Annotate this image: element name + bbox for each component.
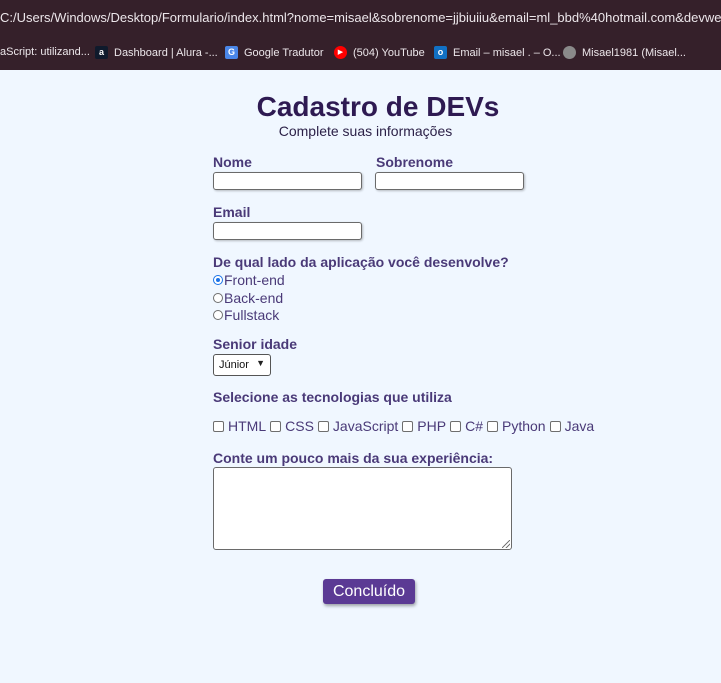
github-icon	[563, 46, 576, 59]
bookmarks-bar: aScript: utilizand... a Dashboard | Alur…	[0, 36, 721, 70]
checkbox-php[interactable]	[402, 420, 414, 432]
radio-button[interactable]	[213, 310, 223, 320]
side-question-label: De qual lado da aplicação você desenvolv…	[213, 254, 509, 270]
checkbox-label: Python	[501, 418, 546, 434]
bookmark-youtube[interactable]: ▶ (504) YouTube	[334, 46, 425, 59]
email-input[interactable]	[213, 222, 362, 240]
google-translate-icon: G	[225, 46, 238, 59]
seniority-selected-value: Júnior	[219, 359, 249, 371]
bookmark-alura-dashboard[interactable]: a Dashboard | Alura -...	[95, 46, 218, 59]
seniority-label: Senior idade	[213, 336, 298, 352]
checkbox-label: Java	[564, 418, 595, 434]
nome-label: Nome	[213, 154, 252, 170]
sobrenome-label: Sobrenome	[376, 154, 454, 170]
submit-button[interactable]: Concluído	[323, 579, 415, 604]
bookmark-label: aScript: utilizand...	[0, 46, 90, 58]
radio-label: Fullstack	[224, 307, 280, 323]
checkbox-python[interactable]	[486, 420, 498, 432]
experience-textarea[interactable]	[213, 467, 512, 550]
radio-label: Front-end	[224, 272, 285, 288]
bookmark-label: Email – misael . – O...	[453, 46, 561, 59]
checkbox-css[interactable]	[270, 420, 282, 432]
checkbox-label: HTML	[228, 418, 267, 434]
bookmark-label: Dashboard | Alura -...	[114, 46, 218, 59]
seniority-select[interactable]: Júnior ▼	[213, 354, 271, 376]
tech-label: Selecione as tecnologias que utiliza	[213, 389, 452, 405]
bookmark-label: (504) YouTube	[353, 46, 425, 59]
checkbox-javascript[interactable]	[317, 420, 329, 432]
page-subtitle: Complete suas informações	[278, 123, 453, 139]
radio-front-end[interactable]: Front-end	[213, 272, 285, 288]
radio-button[interactable]	[213, 293, 223, 303]
radio-back-end[interactable]: Back-end	[213, 290, 283, 306]
sobrenome-input[interactable]	[375, 172, 524, 190]
checkbox-label: C#	[465, 418, 483, 434]
bookmark-label: Misael1981 (Misael...	[582, 46, 686, 59]
alura-icon: a	[95, 46, 108, 59]
radio-fullstack[interactable]: Fullstack	[213, 307, 279, 323]
bookmark-google-tradutor[interactable]: G Google Tradutor	[225, 46, 324, 59]
radio-button[interactable]	[213, 275, 223, 285]
checkbox-label: PHP	[417, 418, 447, 434]
checkbox-label: JavaScript	[332, 418, 399, 434]
experience-label: Conte um pouco mais da sua experiência:	[213, 450, 494, 466]
checkbox-html[interactable]	[213, 420, 224, 432]
resize-grip-icon[interactable]	[502, 540, 510, 548]
nome-input[interactable]	[213, 172, 362, 190]
checkbox-csharp[interactable]	[450, 420, 462, 432]
bookmark-github[interactable]: Misael1981 (Misael...	[563, 46, 686, 59]
youtube-icon: ▶	[334, 46, 347, 59]
bookmark-label: Google Tradutor	[244, 46, 324, 59]
address-bar[interactable]: C:/Users/Windows/Desktop/Formulario/inde…	[0, 0, 721, 36]
radio-label: Back-end	[224, 290, 284, 306]
address-bar-url[interactable]: C:/Users/Windows/Desktop/Formulario/inde…	[0, 0, 721, 36]
chevron-down-icon: ▼	[256, 358, 265, 368]
email-label: Email	[213, 204, 251, 220]
checkbox-java[interactable]	[549, 420, 561, 432]
bookmark-outlook-email[interactable]: o Email – misael . – O...	[434, 46, 561, 59]
page-title: Cadastro de DEVs	[256, 91, 500, 122]
bookmark-javascript[interactable]: aScript: utilizand...	[0, 46, 90, 58]
checkbox-label: CSS	[285, 418, 314, 434]
tech-checkbox-group: HTML CSS JavaScript PHP C# Python Java	[213, 418, 598, 434]
outlook-icon: o	[434, 46, 447, 59]
